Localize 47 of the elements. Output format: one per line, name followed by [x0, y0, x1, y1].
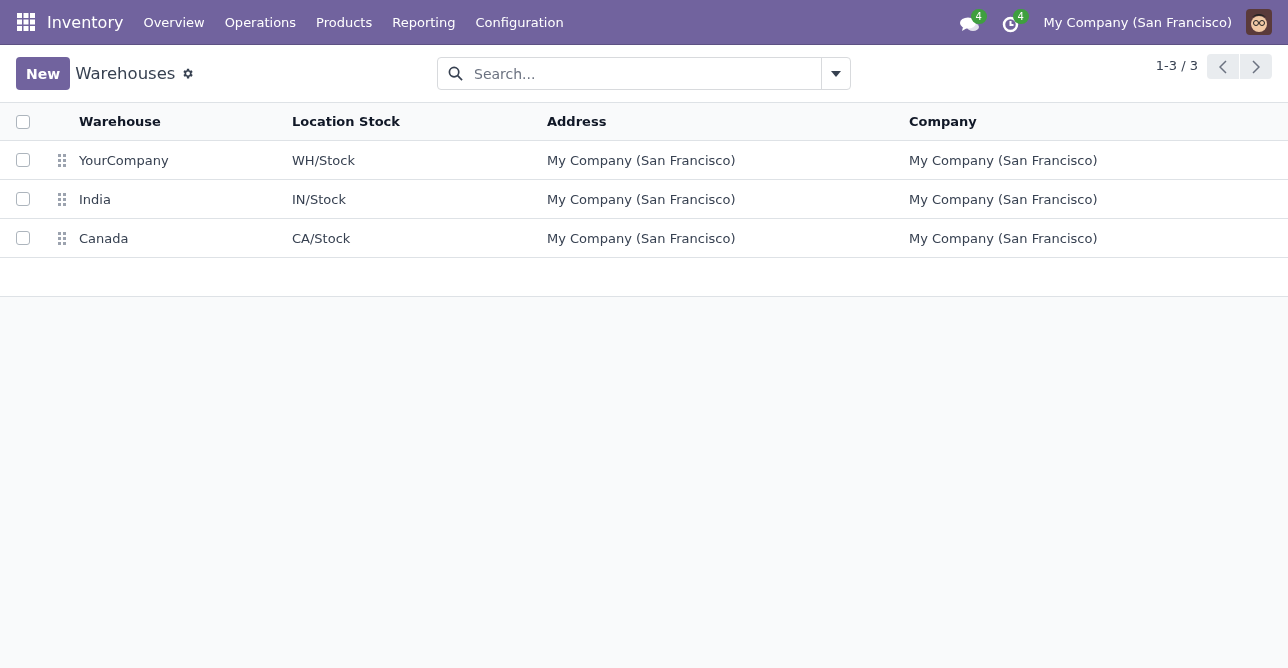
table-cell-text: India	[79, 191, 112, 207]
table-cell-text: My Company (San Francisco)	[909, 191, 1099, 207]
column-header[interactable]: Address	[547, 114, 909, 129]
count-badge: 4	[970, 9, 987, 24]
table-cell-text: My Company (San Francisco)	[547, 152, 737, 168]
table-cell-text: My Company (San Francisco)	[547, 191, 737, 207]
search-icon	[448, 66, 463, 81]
table-cell-text: WH/Stock	[292, 152, 356, 168]
pager-value[interactable]: 1-3 / 3	[1155, 58, 1198, 73]
caret-icon	[831, 70, 841, 77]
avatar-icon[interactable]	[1246, 9, 1272, 35]
menu-item[interactable]: Products	[306, 10, 383, 34]
column-header[interactable]: Warehouse	[79, 114, 292, 129]
clock-icon[interactable]	[1001, 16, 1019, 33]
table-cell-text: My Company (San Francisco)	[909, 152, 1099, 168]
table-cell-text: My Company (San Francisco)	[547, 230, 737, 246]
search-input[interactable]: Search...	[472, 57, 821, 90]
menu-item[interactable]: Operations	[214, 10, 307, 34]
column-header[interactable]: Location Stock	[292, 114, 547, 129]
menu-item[interactable]: Configuration	[465, 10, 574, 34]
page-title: Warehouses	[75, 64, 176, 83]
table-cell-text: IN/Stock	[292, 191, 347, 207]
checkbox[interactable]	[16, 192, 30, 206]
table-cell-text: My Company (San Francisco)	[909, 230, 1099, 246]
checkbox[interactable]	[16, 114, 30, 129]
column-header[interactable]: Company	[909, 114, 1288, 129]
count-badge: 4	[1012, 9, 1029, 24]
checkbox[interactable]	[16, 231, 30, 245]
table-cell-text: YourCompany	[79, 152, 170, 168]
table-row[interactable]: YourCompany WH/Stock My Company (San Francisco) My Company (San Francisco)	[0, 141, 1288, 180]
checkbox[interactable]	[16, 153, 30, 167]
company-switcher[interactable]: My Company (San Francisco)	[1043, 14, 1232, 30]
chevron-left-icon	[1219, 59, 1227, 74]
table-row[interactable]: Canada CA/Stock My Company (San Francisco) My Company (San Francisco)	[0, 219, 1288, 258]
table-cell-text: CA/Stock	[292, 230, 352, 246]
search-field[interactable]: Search...	[437, 57, 851, 90]
table-row[interactable]: India IN/Stock My Company (San Francisco) My Company (San Francisco)	[0, 180, 1288, 219]
menu-item[interactable]: Overview	[133, 10, 215, 34]
table-cell-text: Canada	[79, 230, 130, 246]
next-button[interactable]	[1240, 54, 1272, 79]
app-name[interactable]: Inventory	[47, 8, 124, 36]
apps-menu-icon[interactable]	[17, 13, 35, 31]
settings-icon[interactable]	[181, 67, 195, 80]
chevron-right-icon	[1252, 59, 1260, 74]
new-button[interactable]: New	[16, 57, 71, 90]
menu-item[interactable]: Reporting	[382, 10, 466, 34]
previous-button[interactable]	[1207, 54, 1239, 79]
